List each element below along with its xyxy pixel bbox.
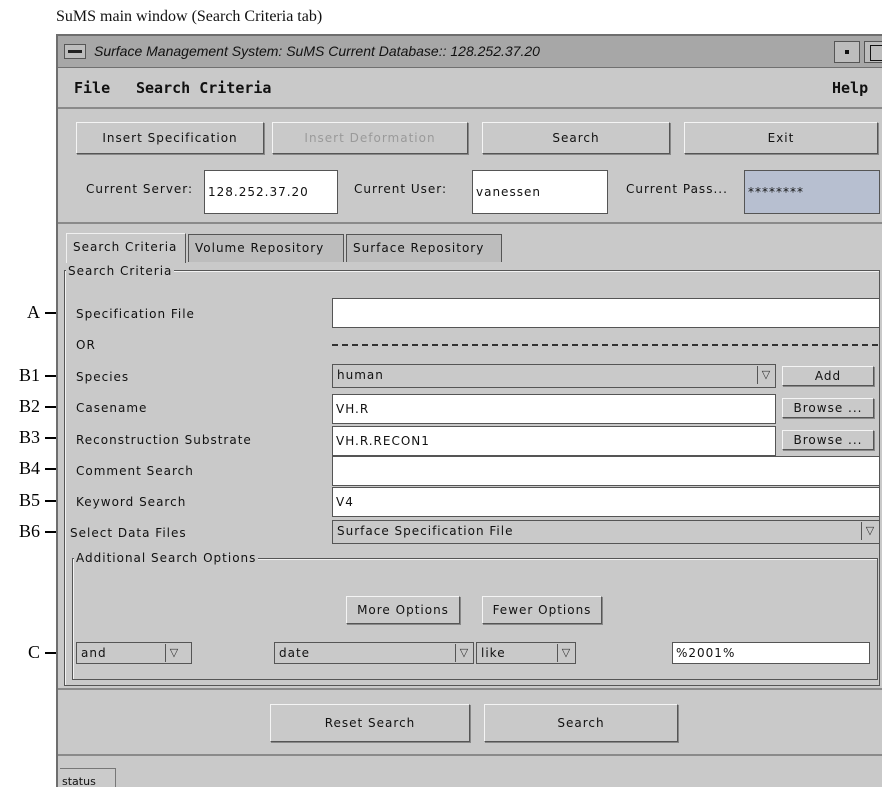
callout-b3-letter: B3: [18, 427, 40, 447]
conjunction-select-value: and: [81, 646, 107, 660]
search-button[interactable]: Search: [482, 122, 670, 154]
tab-surface-repository[interactable]: Surface Repository: [346, 234, 502, 262]
chevron-down-icon: ▽: [861, 522, 879, 540]
menu-bar: File Search Criteria Help: [58, 69, 882, 109]
data-files-select[interactable]: Surface Specification File ▽: [332, 520, 880, 544]
toolbar-separator: [58, 222, 882, 224]
sums-main-window: Surface Management System: SuMS Current …: [56, 34, 882, 787]
current-server-label: Current Server:: [86, 182, 194, 196]
search-criteria-group-title: Search Criteria: [66, 264, 175, 278]
minimize-icon[interactable]: [834, 41, 860, 63]
species-select-value: human: [337, 368, 384, 382]
comment-search-label: Comment Search: [76, 464, 194, 478]
maximize-icon[interactable]: [864, 41, 882, 63]
casename-browse-button[interactable]: Browse ...: [782, 398, 874, 418]
menu-file[interactable]: File: [74, 79, 110, 97]
reset-search-button[interactable]: Reset Search: [270, 704, 470, 742]
species-select[interactable]: human ▽: [332, 364, 776, 388]
search-value-input[interactable]: %2001%: [672, 642, 870, 664]
current-password-field[interactable]: ********: [744, 170, 880, 214]
tab-volume-repository[interactable]: Volume Repository: [188, 234, 344, 262]
data-files-select-value: Surface Specification File: [337, 524, 514, 538]
current-user-label: Current User:: [354, 182, 448, 196]
add-species-button[interactable]: Add: [782, 366, 874, 386]
current-user-field[interactable]: vanessen: [472, 170, 608, 214]
callout-b4-letter: B4: [18, 458, 40, 478]
callout-c-letter: C: [27, 642, 40, 662]
reconstruction-substrate-input[interactable]: VH.R.RECON1: [332, 426, 776, 456]
more-options-button[interactable]: More Options: [346, 596, 460, 624]
specification-file-input[interactable]: [332, 298, 880, 328]
window-menu-icon[interactable]: [64, 44, 86, 59]
insert-deformation-button[interactable]: Insert Deformation: [272, 122, 468, 154]
additional-search-options-title: Additional Search Options: [74, 551, 259, 565]
chevron-down-icon: ▽: [455, 644, 473, 662]
current-password-label: Current Pass...: [626, 182, 728, 196]
bottom-separator: [58, 688, 882, 690]
keyword-search-input[interactable]: V4: [332, 487, 880, 517]
operator-select[interactable]: like ▽: [476, 642, 576, 664]
callout-b6-letter: B6: [18, 521, 40, 541]
exit-button[interactable]: Exit: [684, 122, 878, 154]
callout-b5-letter: B5: [18, 490, 40, 510]
conjunction-select[interactable]: and ▽: [76, 642, 192, 664]
reconstruction-substrate-label: Reconstruction Substrate: [76, 433, 252, 447]
menu-help[interactable]: Help: [832, 79, 868, 97]
menu-search-criteria[interactable]: Search Criteria: [136, 79, 271, 97]
callout-b2-letter: B2: [18, 396, 40, 416]
comment-search-input[interactable]: [332, 456, 880, 486]
casename-input[interactable]: VH.R: [332, 394, 776, 424]
substrate-browse-button[interactable]: Browse ...: [782, 430, 874, 450]
casename-label: Casename: [76, 401, 148, 415]
chevron-down-icon: ▽: [165, 644, 183, 662]
chevron-down-icon: ▽: [757, 366, 775, 384]
callout-a-letter: A: [27, 302, 40, 322]
figure-caption: SuMS main window (Search Criteria tab): [56, 8, 323, 25]
window-titlebar[interactable]: Surface Management System: SuMS Current …: [58, 36, 882, 68]
status-label: status: [60, 768, 116, 787]
callout-b1-letter: B1: [18, 365, 40, 385]
select-data-files-label: Select Data Files: [70, 526, 187, 540]
tab-search-criteria[interactable]: Search Criteria: [66, 233, 186, 263]
window-title: Surface Management System: SuMS Current …: [94, 43, 540, 59]
current-server-field[interactable]: 128.252.37.20: [204, 170, 338, 214]
specification-file-label: Specification File: [76, 307, 195, 321]
search-field-select-value: date: [279, 646, 311, 660]
insert-specification-button[interactable]: Insert Specification: [76, 122, 264, 154]
chevron-down-icon: ▽: [557, 644, 575, 662]
or-label: OR: [76, 338, 96, 352]
species-label: Species: [76, 370, 130, 384]
fewer-options-button[interactable]: Fewer Options: [482, 596, 602, 624]
keyword-search-label: Keyword Search: [76, 495, 187, 509]
or-divider: [332, 344, 878, 346]
bottom-search-button[interactable]: Search: [484, 704, 678, 742]
operator-select-value: like: [481, 646, 506, 660]
search-field-select[interactable]: date ▽: [274, 642, 474, 664]
status-bar: status: [58, 754, 882, 787]
